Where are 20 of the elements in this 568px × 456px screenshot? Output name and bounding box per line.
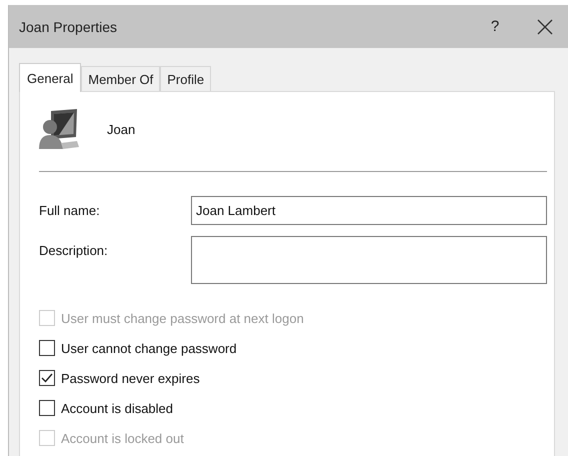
checkbox[interactable] bbox=[39, 400, 55, 416]
description-field[interactable] bbox=[191, 236, 547, 284]
checkbox-label: Account is locked out bbox=[61, 430, 184, 446]
field-label: Description: bbox=[39, 242, 109, 260]
user-name: Joan bbox=[107, 122, 136, 136]
field-label: Full name: bbox=[39, 202, 101, 220]
window-title: Joan Properties bbox=[19, 18, 118, 34]
checkbox[interactable] bbox=[39, 340, 55, 356]
checkbox-label: User cannot change password bbox=[61, 340, 237, 356]
close-icon bbox=[537, 18, 553, 34]
checkbox-label: Password never expires bbox=[61, 370, 200, 386]
help-button[interactable]: ? bbox=[472, 5, 518, 48]
full-name-field[interactable]: Joan Lambert bbox=[191, 196, 547, 225]
tab[interactable]: Profile bbox=[160, 66, 212, 91]
tab[interactable]: General bbox=[19, 63, 82, 92]
checkbox-label: User must change password at next logon bbox=[61, 310, 304, 326]
user-computer-icon bbox=[39, 107, 81, 151]
tab[interactable]: Member Of bbox=[81, 66, 160, 91]
checkbox[interactable] bbox=[39, 370, 55, 386]
checkbox-label: Account is disabled bbox=[61, 400, 174, 416]
